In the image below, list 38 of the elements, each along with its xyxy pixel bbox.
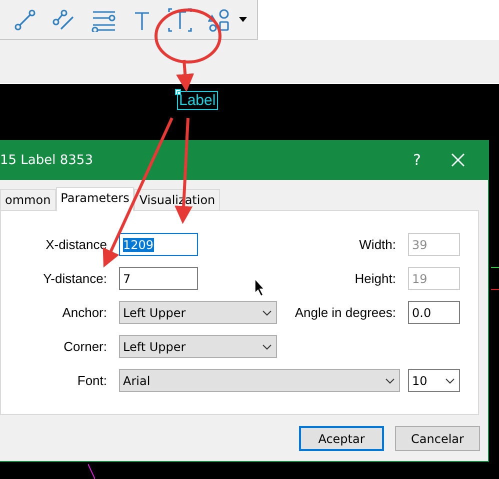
field-label: X-distance: [44, 237, 108, 252]
dropdown[interactable]: Left Upper: [119, 335, 277, 358]
parallel-lines-icon[interactable]: [52, 8, 76, 32]
highlight-ellipse: [154, 8, 222, 64]
help-button[interactable]: ?: [397, 151, 437, 169]
size-dropdown[interactable]: 10: [408, 369, 460, 392]
font-dropdown[interactable]: Arial: [119, 369, 400, 392]
field-label: Corner:: [62, 339, 108, 354]
field-label: Height:: [354, 271, 397, 286]
close-icon[interactable]: [451, 153, 465, 167]
text-field[interactable]: 7: [119, 267, 198, 290]
chevron-down-icon: [262, 344, 272, 350]
text-field[interactable]: 0.0: [408, 301, 460, 324]
chevron-down-icon: [445, 378, 455, 384]
field-label: Angle in degrees:: [294, 305, 397, 320]
dropdown[interactable]: Left Upper: [119, 301, 277, 324]
indicator-line: [491, 267, 499, 268]
line-icon[interactable]: [13, 8, 37, 32]
tab[interactable]: Parameters: [56, 187, 134, 211]
indicator-line: [491, 289, 499, 290]
text-field[interactable]: 1209: [119, 233, 198, 256]
chart-text-label[interactable]: Label: [177, 91, 218, 110]
shapes-icon[interactable]: [208, 8, 230, 32]
window-title: 15 Label 8353: [0, 152, 94, 168]
mouse-cursor-icon: [255, 279, 266, 296]
dialog-button[interactable]: Cancelar: [395, 426, 480, 451]
indicator-line: [88, 464, 95, 479]
dialog-button[interactable]: Aceptar: [299, 426, 384, 451]
field-label: Font:: [76, 373, 108, 388]
field-label: Anchor:: [61, 305, 108, 320]
chevron-down-icon: [262, 310, 272, 316]
text-label-icon[interactable]: [167, 6, 193, 32]
arrow: [176, 60, 194, 92]
field-label: Y-distance:: [42, 271, 108, 286]
chevron-down-icon: [385, 378, 395, 384]
field-label: Width:: [358, 237, 397, 252]
dropdown-arrow-icon[interactable]: [239, 17, 247, 22]
tab[interactable]: ommon: [0, 189, 56, 210]
